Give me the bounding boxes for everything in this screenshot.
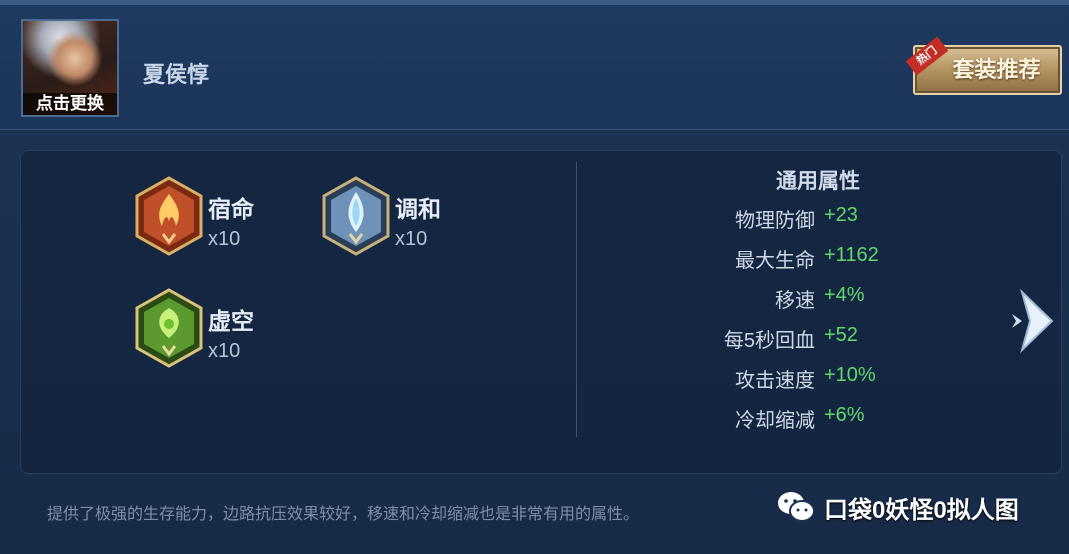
avatar-change-label[interactable]: 点击更换 bbox=[23, 93, 117, 115]
red-flame-rune-icon bbox=[135, 176, 203, 256]
attribute-value: +23 bbox=[824, 204, 858, 226]
attribute-value: +4% bbox=[824, 284, 865, 306]
watermark: 口袋0妖怪0拟人图 bbox=[776, 489, 1019, 525]
attribute-label: 物理防御 bbox=[735, 210, 815, 232]
watermark-text: 口袋0妖怪0拟人图 bbox=[824, 496, 1019, 524]
blue-crystal-rune-icon bbox=[322, 176, 390, 256]
attributes-title: 通用属性 bbox=[776, 170, 860, 193]
attribute-value: +52 bbox=[824, 324, 858, 346]
attribute-label: 攻击速度 bbox=[735, 370, 815, 392]
attribute-row: 最大生命 +1162 bbox=[600, 244, 1020, 274]
next-arrow-icon[interactable] bbox=[1010, 288, 1056, 354]
rune-item-red[interactable]: 宿命 x10 bbox=[134, 176, 254, 256]
wechat-icon bbox=[778, 492, 815, 522]
hero-avatar[interactable]: 点击更换 bbox=[21, 19, 119, 117]
hero-name: 夏侯惇 bbox=[143, 62, 210, 87]
rune-name: 宿命 bbox=[208, 196, 254, 222]
attribute-label: 移速 bbox=[775, 290, 815, 312]
attribute-row: 每5秒回血 +52 bbox=[600, 324, 1020, 354]
attribute-row: 移速 +4% bbox=[600, 284, 1020, 314]
attribute-value: +6% bbox=[824, 404, 865, 426]
attribute-label: 每5秒回血 bbox=[723, 330, 815, 352]
rune-name: 调和 bbox=[395, 196, 441, 222]
attribute-value: +10% bbox=[824, 364, 876, 386]
rune-item-green[interactable]: 虚空 x10 bbox=[134, 288, 254, 368]
attribute-row: 物理防御 +23 bbox=[600, 204, 1020, 234]
rune-count: x10 bbox=[395, 228, 428, 250]
rune-count: x10 bbox=[208, 228, 241, 250]
header-bar: 点击更换 夏侯惇 bbox=[0, 5, 1069, 130]
rune-name: 虚空 bbox=[208, 308, 254, 334]
rune-item-blue[interactable]: 调和 x10 bbox=[321, 176, 441, 256]
rune-count: x10 bbox=[208, 340, 241, 362]
panel-divider bbox=[576, 162, 577, 437]
attribute-value: +1162 bbox=[824, 244, 879, 266]
attribute-row: 攻击速度 +10% bbox=[600, 364, 1020, 394]
green-leaf-rune-icon bbox=[135, 288, 203, 368]
description-text: 提供了极强的生存能力，边路抗压效果较好，移速和冷却缩减也是非常有用的属性。 bbox=[47, 506, 640, 523]
attribute-label: 最大生命 bbox=[735, 250, 815, 272]
attribute-row: 冷却缩减 +6% bbox=[600, 404, 1020, 434]
attribute-label: 冷却缩减 bbox=[735, 410, 815, 432]
